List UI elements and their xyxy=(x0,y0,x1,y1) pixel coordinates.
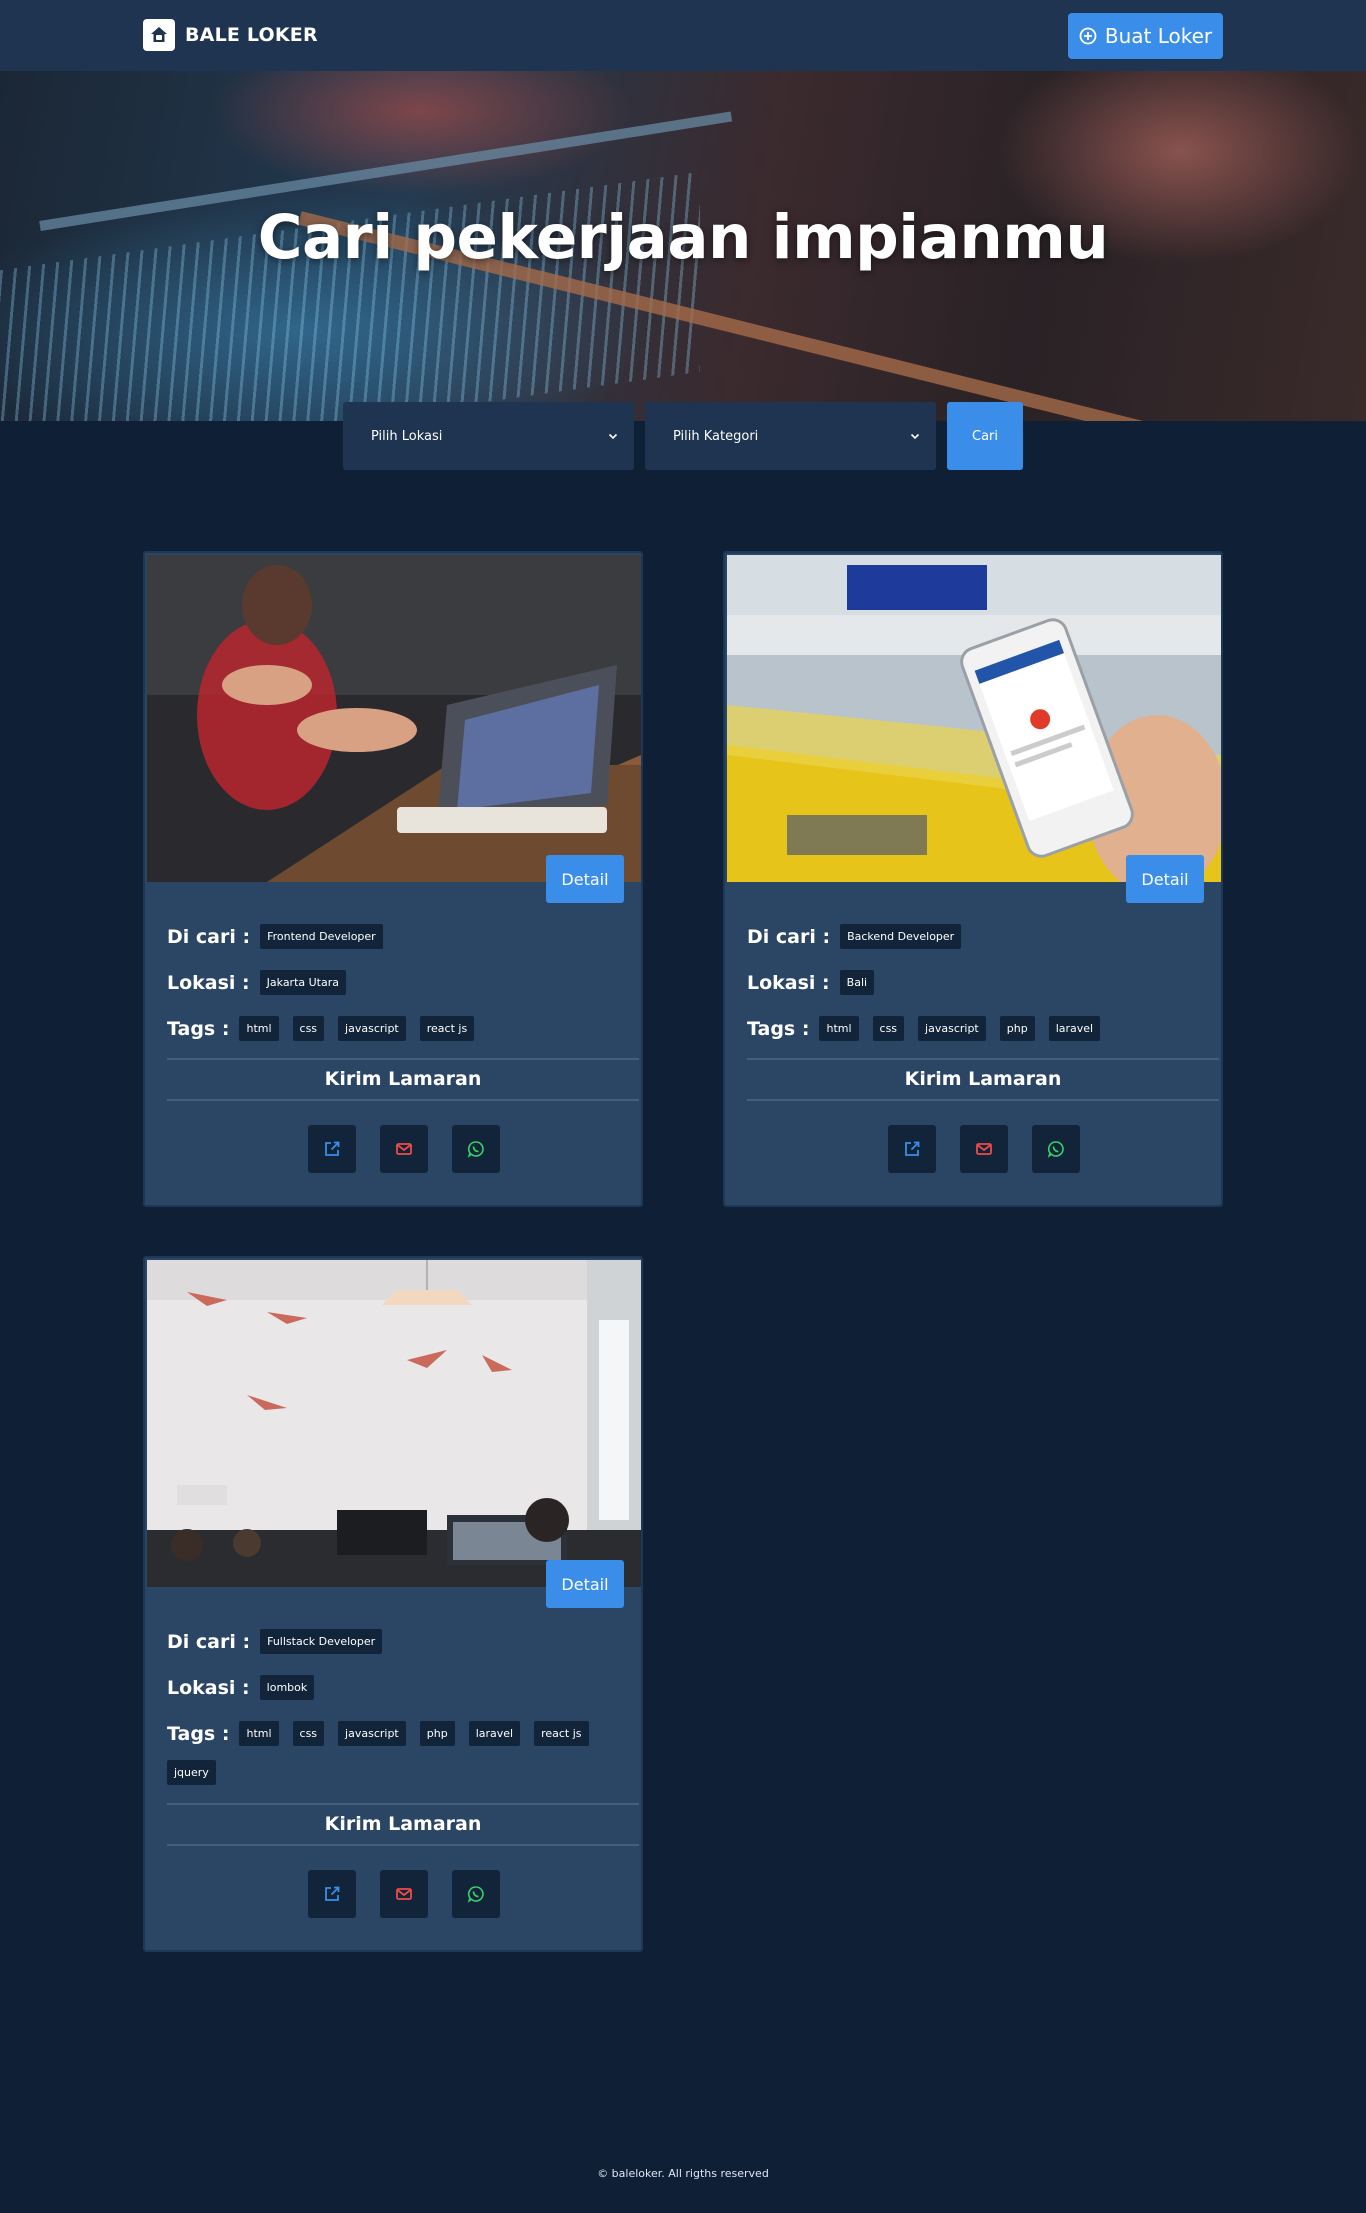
apply-whatsapp-button[interactable] xyxy=(452,1125,500,1173)
position-chip: Fullstack Developer xyxy=(260,1629,383,1654)
job-card: Detail Di cari : Frontend Developer Loka… xyxy=(143,551,643,1207)
category-select[interactable]: Pilih Kategori xyxy=(645,402,936,470)
external-link-icon xyxy=(905,1141,920,1156)
navbar: BALE LOKER Buat Loker xyxy=(0,0,1366,71)
divider xyxy=(167,1058,639,1060)
home-bag-icon xyxy=(143,19,175,51)
tag-chip[interactable]: javascript xyxy=(338,1016,406,1041)
whatsapp-icon xyxy=(1047,1141,1064,1158)
tag-chip[interactable]: html xyxy=(239,1721,279,1746)
tag-chip[interactable]: html xyxy=(819,1016,859,1041)
tag-chip[interactable]: jquery xyxy=(167,1760,216,1785)
sought-row: Di cari : Frontend Developer xyxy=(167,924,397,949)
tags-label: Tags : xyxy=(747,1017,810,1040)
job-image-office xyxy=(147,1260,641,1587)
external-link-icon xyxy=(325,1886,340,1901)
apply-email-button[interactable] xyxy=(380,1125,428,1173)
tags-row: Tags : html css javascript php laravel xyxy=(747,1016,1114,1041)
location-select-value: Pilih Lokasi xyxy=(371,428,443,444)
tag-chip[interactable]: css xyxy=(292,1721,325,1746)
tag-chip[interactable]: react js xyxy=(534,1721,589,1746)
job-card: Detail Di cari : Backend Developer Lokas… xyxy=(723,551,1223,1207)
external-link-icon xyxy=(325,1141,340,1156)
plus-circle-icon xyxy=(1079,27,1097,45)
location-chip: Jakarta Utara xyxy=(259,970,346,995)
apply-heading: Kirim Lamaran xyxy=(324,1813,482,1835)
apply-heading: Kirim Lamaran xyxy=(904,1068,1062,1090)
tags-row: Tags : html css javascript react js xyxy=(167,1016,488,1041)
sought-label: Di cari : xyxy=(167,1630,251,1653)
apply-email-button[interactable] xyxy=(380,1870,428,1918)
location-label: Lokasi : xyxy=(747,971,830,994)
location-label: Lokasi : xyxy=(167,1676,250,1699)
divider xyxy=(167,1844,639,1846)
footer-copyright: © baleloker. All rigths reserved xyxy=(597,2167,769,2180)
tag-chip[interactable]: javascript xyxy=(338,1721,406,1746)
tag-chip[interactable]: laravel xyxy=(468,1721,521,1746)
chevron-down-icon xyxy=(608,433,618,440)
tags-label: Tags : xyxy=(167,1017,230,1040)
position-chip: Backend Developer xyxy=(840,924,962,949)
hero-title: Cari pekerjaan impianmu xyxy=(257,202,1109,273)
apply-whatsapp-button[interactable] xyxy=(452,1870,500,1918)
sought-label: Di cari : xyxy=(167,925,251,948)
category-select-value: Pilih Kategori xyxy=(673,428,759,444)
apply-heading: Kirim Lamaran xyxy=(324,1068,482,1090)
brand-name: BALE LOKER xyxy=(185,24,318,46)
tag-chip[interactable]: php xyxy=(419,1721,455,1746)
location-select[interactable]: Pilih Lokasi xyxy=(343,402,634,470)
mail-icon xyxy=(976,1143,992,1155)
tag-chip[interactable]: react js xyxy=(419,1016,475,1041)
tag-chip[interactable]: laravel xyxy=(1048,1016,1101,1041)
job-image-phone xyxy=(727,555,1221,882)
location-chip: lombok xyxy=(259,1675,315,1700)
mail-icon xyxy=(396,1888,412,1900)
tag-chip[interactable]: css xyxy=(872,1016,905,1041)
sought-label: Di cari : xyxy=(747,925,831,948)
detail-button[interactable]: Detail xyxy=(546,855,624,903)
create-job-button[interactable]: Buat Loker xyxy=(1068,13,1223,59)
divider xyxy=(747,1099,1219,1101)
location-row: Lokasi : Bali xyxy=(747,970,888,995)
job-image-meeting xyxy=(147,555,641,882)
position-chip: Frontend Developer xyxy=(260,924,383,949)
detail-button[interactable]: Detail xyxy=(546,1560,624,1608)
divider xyxy=(167,1099,639,1101)
whatsapp-icon xyxy=(467,1141,484,1158)
apply-link-button[interactable] xyxy=(308,1870,356,1918)
chevron-down-icon xyxy=(910,433,920,440)
tags-row: Tags : html css javascript php laravel r… xyxy=(167,1721,639,1785)
mail-icon xyxy=(396,1143,412,1155)
brand[interactable]: BALE LOKER xyxy=(143,19,318,51)
apply-link-button[interactable] xyxy=(308,1125,356,1173)
apply-email-button[interactable] xyxy=(960,1125,1008,1173)
create-job-label: Buat Loker xyxy=(1104,24,1213,48)
apply-link-button[interactable] xyxy=(888,1125,936,1173)
search-button[interactable]: Cari xyxy=(947,402,1023,470)
sought-row: Di cari : Fullstack Developer xyxy=(167,1629,396,1654)
location-row: Lokasi : lombok xyxy=(167,1675,328,1700)
tags-label: Tags : xyxy=(167,1722,230,1745)
tag-chip[interactable]: css xyxy=(292,1016,325,1041)
whatsapp-icon xyxy=(467,1886,484,1903)
apply-whatsapp-button[interactable] xyxy=(1032,1125,1080,1173)
hero-banner: Cari pekerjaan impianmu xyxy=(0,71,1366,421)
location-row: Lokasi : Jakarta Utara xyxy=(167,970,360,995)
tag-chip[interactable]: php xyxy=(999,1016,1035,1041)
tag-chip[interactable]: javascript xyxy=(918,1016,986,1041)
divider xyxy=(167,1803,639,1805)
sought-row: Di cari : Backend Developer xyxy=(747,924,975,949)
detail-button[interactable]: Detail xyxy=(1126,855,1204,903)
job-card: Detail Di cari : Fullstack Developer Lok… xyxy=(143,1256,643,1952)
divider xyxy=(747,1058,1219,1060)
location-chip: Bali xyxy=(839,970,875,995)
location-label: Lokasi : xyxy=(167,971,250,994)
tag-chip[interactable]: html xyxy=(239,1016,279,1041)
